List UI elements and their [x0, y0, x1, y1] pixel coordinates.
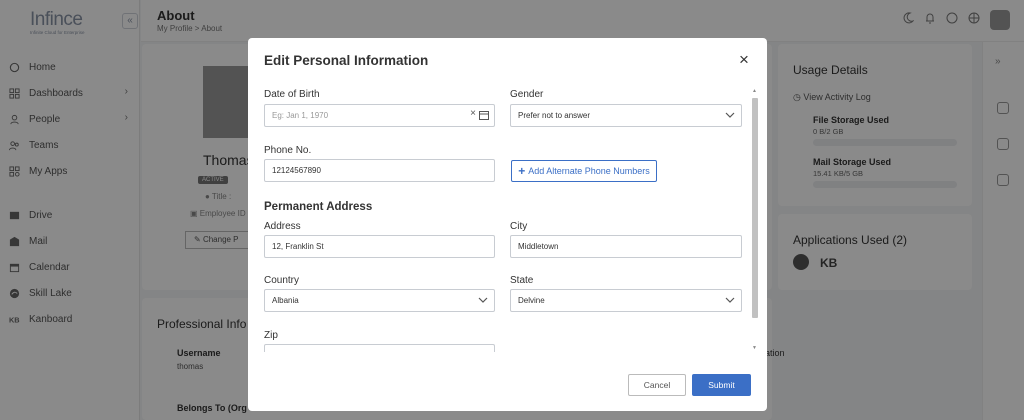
clear-date-icon[interactable]: × — [470, 108, 476, 119]
address-field[interactable]: 12, Franklin St — [264, 235, 495, 258]
zip-label: Zip — [264, 330, 278, 341]
city-value: Middletown — [518, 242, 559, 251]
chevron-down-icon — [725, 111, 735, 119]
calendar-icon[interactable] — [479, 110, 489, 122]
address-label: Address — [264, 221, 301, 232]
zip-field[interactable] — [264, 344, 495, 352]
scroll-up-icon[interactable]: ▲ — [752, 88, 757, 94]
dob-field[interactable]: Eg: Jan 1, 1970 × — [264, 104, 495, 127]
close-icon[interactable]: × — [737, 51, 751, 68]
country-label: Country — [264, 275, 300, 286]
submit-button[interactable]: Submit — [692, 374, 751, 396]
add-phone-label: Add Alternate Phone Numbers — [528, 166, 650, 176]
dob-placeholder: Eg: Jan 1, 1970 — [272, 111, 329, 120]
gender-value: Prefer not to answer — [518, 111, 591, 120]
phone-label: Phone No. — [264, 145, 312, 156]
permanent-address-heading: Permanent Address — [264, 201, 373, 213]
add-alternate-phone-button[interactable]: + Add Alternate Phone Numbers — [511, 160, 657, 182]
chevron-down-icon — [478, 296, 488, 304]
state-value: Delvine — [518, 296, 545, 305]
state-label: State — [510, 275, 534, 286]
phone-value: 12124567890 — [272, 166, 321, 175]
phone-field[interactable]: 12124567890 — [264, 159, 495, 182]
gender-select[interactable]: Prefer not to answer — [510, 104, 742, 127]
cancel-button[interactable]: Cancel — [628, 374, 686, 396]
city-label: City — [510, 221, 528, 232]
scroll-thumb[interactable] — [752, 98, 758, 318]
gender-label: Gender — [510, 89, 544, 100]
country-select[interactable]: Albania — [264, 289, 495, 312]
state-select[interactable]: Delvine — [510, 289, 742, 312]
country-value: Albania — [272, 296, 299, 305]
chevron-down-icon — [725, 296, 735, 304]
plus-icon: + — [518, 164, 526, 178]
address-value: 12, Franklin St — [272, 242, 324, 251]
city-field[interactable]: Middletown — [510, 235, 742, 258]
dialog-title: Edit Personal Information — [264, 53, 429, 68]
dialog-footer-divider — [248, 356, 767, 357]
edit-personal-info-dialog: Edit Personal Information × Date of Birt… — [248, 38, 767, 411]
scroll-down-icon[interactable]: ▼ — [752, 345, 757, 351]
dob-label: Date of Birth — [264, 89, 320, 100]
